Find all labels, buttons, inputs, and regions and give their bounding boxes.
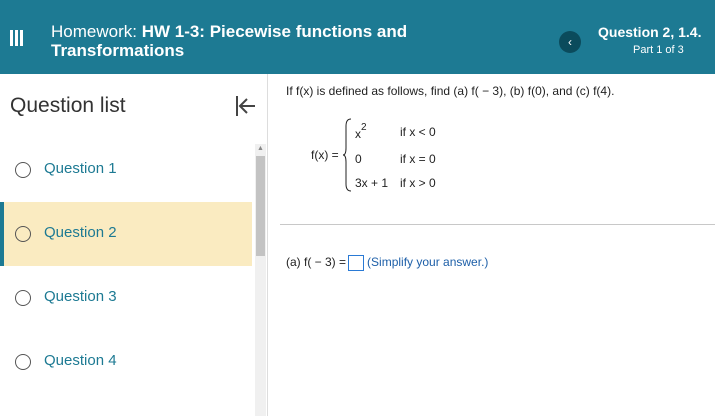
question-list-item-4[interactable]: Question 4 xyxy=(0,330,252,394)
piece-1-exponent: 2 xyxy=(361,122,367,133)
radio-icon xyxy=(15,162,31,178)
question-list-label: Question 2 xyxy=(44,224,117,241)
piecewise-brace xyxy=(342,118,352,192)
question-list-label: Question 4 xyxy=(44,352,117,369)
question-list-label: Question 1 xyxy=(44,160,117,177)
homework-title: Homework: HW 1-3: Piecewise functions an… xyxy=(51,22,491,60)
question-list-label: Question 3 xyxy=(44,288,117,305)
question-list-item-1[interactable]: Question 1 xyxy=(0,138,252,202)
piece-2-condition: if x = 0 xyxy=(400,152,436,166)
function-label: f(x) = xyxy=(311,148,339,162)
previous-question-button[interactable]: ‹ xyxy=(559,31,581,53)
chevron-left-icon: ‹ xyxy=(568,35,572,49)
sidebar-title: Question list xyxy=(10,94,126,117)
radio-icon xyxy=(15,290,31,306)
question-list-item-3[interactable]: Question 3 xyxy=(0,266,252,330)
question-prompt: If f(x) is defined as follows, find (a) … xyxy=(286,84,615,98)
radio-icon xyxy=(15,226,31,242)
scrollbar-thumb[interactable] xyxy=(256,156,265,256)
question-list-sidebar: Question list Question 1 Question 2 Ques… xyxy=(0,74,268,416)
question-title: Question 2, 1.4. xyxy=(598,24,702,40)
top-bar: Homework: HW 1-3: Piecewise functions an… xyxy=(0,0,715,74)
piece-3-expression: 3x + 1 xyxy=(355,176,389,190)
piece-2-expression: 0 xyxy=(355,152,362,166)
piece-1-condition: if x < 0 xyxy=(400,125,436,139)
sidebar-scrollbar[interactable]: ▲ xyxy=(255,144,266,416)
question-panel: If f(x) is defined as follows, find (a) … xyxy=(269,74,715,416)
answer-hint: (Simplify your answer.) xyxy=(367,255,489,270)
hamburger-menu-icon[interactable] xyxy=(10,30,24,46)
answer-label: (a) f( − 3) = xyxy=(286,255,347,270)
piece-1-expression: x2 xyxy=(355,122,367,141)
homework-prefix: Homework: xyxy=(51,22,142,41)
scroll-up-icon[interactable]: ▲ xyxy=(256,144,265,153)
answer-input[interactable] xyxy=(348,255,365,271)
piece-3-condition: if x > 0 xyxy=(400,176,436,190)
divider xyxy=(280,224,715,225)
question-list-item-2[interactable]: Question 2 xyxy=(0,202,252,266)
question-part: Part 1 of 3 xyxy=(633,44,684,56)
collapse-left-icon[interactable] xyxy=(232,93,258,119)
radio-icon xyxy=(15,354,31,370)
answer-row: (a) f( − 3) = (Simplify your answer.) xyxy=(286,255,488,271)
